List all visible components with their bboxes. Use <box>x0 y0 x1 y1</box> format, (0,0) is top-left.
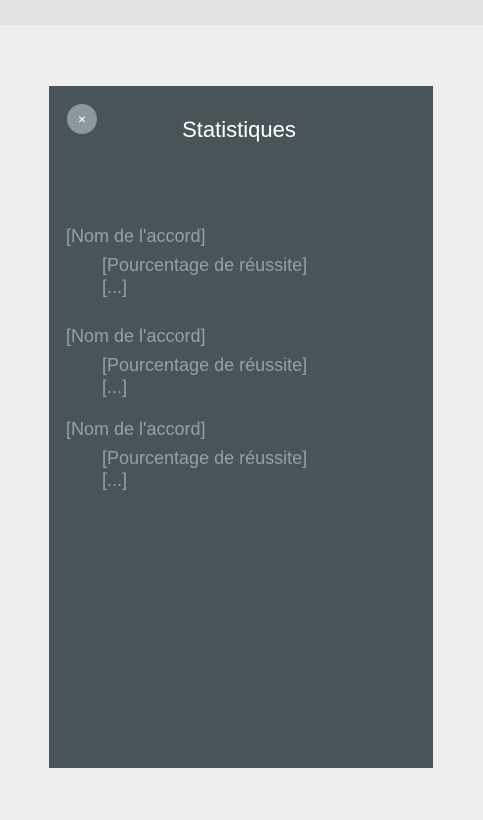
panel-title: Statistiques <box>182 117 296 142</box>
stat-item: [Nom de l'accord] [Pourcentage de réussi… <box>66 225 416 298</box>
stat-item: [Nom de l'accord] [Pourcentage de réussi… <box>66 325 416 398</box>
stats-list: [Nom de l'accord] [Pourcentage de réussi… <box>66 225 416 491</box>
stat-more: [...] <box>102 277 128 297</box>
stat-percent: [Pourcentage de réussite] <box>102 255 308 275</box>
top-bar <box>0 0 483 25</box>
stat-name: [Nom de l'accord] <box>66 326 206 346</box>
stat-percent: [Pourcentage de réussite] <box>102 355 308 375</box>
stat-more: [...] <box>102 470 128 490</box>
stat-item: [Nom de l'accord] [Pourcentage de réussi… <box>66 418 416 491</box>
stat-percent: [Pourcentage de réussite] <box>102 448 308 468</box>
stat-name: [Nom de l'accord] <box>66 419 206 439</box>
stat-name: [Nom de l'accord] <box>66 226 206 246</box>
statistics-panel: × Statistiques [Nom de l'accord] [Pource… <box>49 86 433 768</box>
stat-more: [...] <box>102 377 128 397</box>
